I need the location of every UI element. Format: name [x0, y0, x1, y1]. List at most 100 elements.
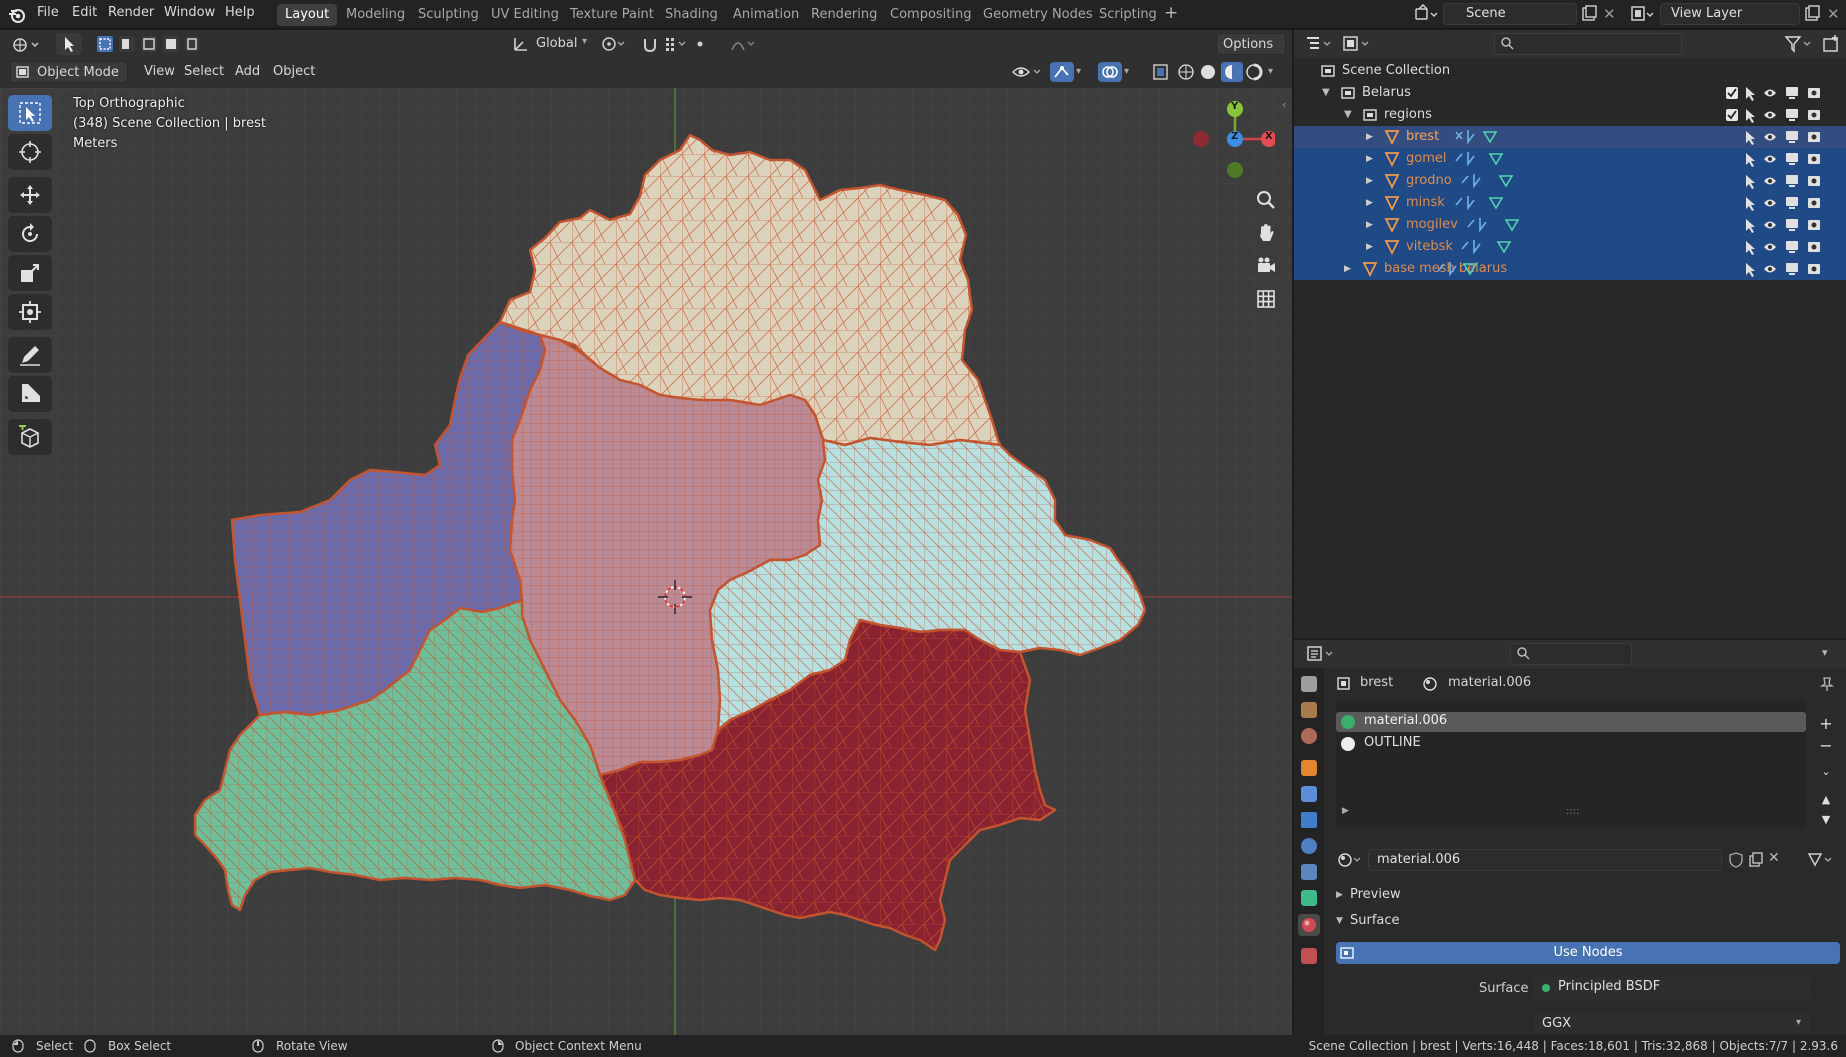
tab-texture-paint[interactable]: Texture Paint — [562, 4, 662, 26]
move-slot-up-icon[interactable]: ▲ — [1816, 790, 1836, 810]
menu-add[interactable]: Add — [229, 61, 266, 83]
chevron-down-icon[interactable]: ▾ — [1822, 646, 1828, 659]
tab-modeling[interactable]: Modeling — [338, 4, 413, 26]
sidebar-toggle-chevron-icon[interactable]: ‹ — [1282, 98, 1286, 111]
object-tab-icon[interactable] — [1301, 760, 1317, 776]
duplicate-material-icon[interactable] — [1748, 852, 1764, 868]
pan-hand-icon[interactable] — [1252, 219, 1280, 247]
editor-type-icon[interactable] — [10, 34, 42, 56]
material-slot-row[interactable]: OUTLINE — [1336, 734, 1806, 754]
gizmo-x-negative[interactable] — [1193, 131, 1209, 147]
tool-tab-icon[interactable] — [1301, 676, 1317, 692]
physics-tab-icon[interactable] — [1301, 838, 1317, 854]
tab-sculpting[interactable]: Sculpting — [410, 4, 487, 26]
pivot-point-icon[interactable] — [600, 34, 640, 54]
delete-scene-icon[interactable]: ✕ — [1603, 5, 1616, 23]
proportional-editing-icon[interactable] — [728, 34, 758, 54]
new-view-layer-icon[interactable] — [1803, 5, 1821, 23]
scene-name-field[interactable]: Scene — [1443, 3, 1577, 25]
add-workspace-button[interactable]: + — [1164, 3, 1178, 23]
menu-file[interactable]: File — [37, 5, 59, 20]
options-dropdown[interactable]: Options — [1216, 33, 1286, 55]
outliner-search-input[interactable] — [1494, 33, 1682, 55]
measure-tool[interactable] — [8, 376, 52, 412]
render-tab-icon[interactable] — [1301, 702, 1317, 718]
snap-icon[interactable] — [642, 34, 708, 54]
link-type-icon[interactable] — [1806, 851, 1836, 869]
use-nodes-button[interactable]: Use Nodes — [1336, 942, 1840, 964]
shading-modes-icons[interactable] — [1176, 62, 1264, 82]
tab-geometry-nodes[interactable]: Geometry Nodes — [975, 4, 1101, 26]
menu-render[interactable]: Render — [108, 5, 154, 20]
overlays-toggle-icon[interactable] — [1098, 62, 1122, 82]
select-box-tool[interactable] — [8, 95, 52, 131]
delete-view-layer-icon[interactable]: ✕ — [1827, 5, 1840, 23]
transform-orientation-icon[interactable] — [512, 35, 530, 53]
transform-tool[interactable] — [8, 294, 52, 330]
selection-mode-icons[interactable] — [95, 34, 199, 54]
camera-view-icon[interactable] — [1252, 252, 1280, 280]
properties-editor-type-icon[interactable] — [1306, 644, 1338, 664]
zoom-icon[interactable] — [1252, 186, 1280, 214]
fake-user-shield-icon[interactable] — [1728, 852, 1744, 868]
filter-icon[interactable] — [1784, 35, 1814, 53]
menu-window[interactable]: Window — [164, 5, 215, 20]
tab-uv-editing[interactable]: UV Editing — [483, 4, 567, 26]
output-tab-icon[interactable] — [1301, 728, 1317, 744]
tab-compositing[interactable]: Compositing — [882, 4, 980, 26]
navigation-gizmo[interactable]: Y Z X — [1185, 94, 1275, 184]
blender-logo-icon[interactable] — [8, 6, 26, 24]
add-cube-tool[interactable] — [8, 419, 52, 455]
menu-view[interactable]: View — [138, 61, 181, 83]
tab-rendering[interactable]: Rendering — [803, 4, 885, 26]
annotate-tool[interactable] — [8, 337, 52, 373]
xray-toggle-icon[interactable] — [1150, 62, 1172, 82]
remove-slot-button[interactable]: − — [1816, 736, 1836, 756]
expand-chevron-icon[interactable]: ▼ — [1344, 104, 1352, 126]
expand-chevron-icon[interactable]: ▼ — [1336, 916, 1343, 926]
gizmo-toggle-icon[interactable] — [1050, 62, 1074, 82]
tab-scripting[interactable]: Scripting — [1091, 4, 1165, 26]
modifier-wrench-icon[interactable] — [1301, 786, 1317, 802]
pin-icon[interactable] — [1820, 676, 1834, 692]
resize-handle-icon[interactable]: :::: — [1566, 806, 1579, 817]
new-collection-icon[interactable] — [1822, 34, 1842, 54]
rotate-tool[interactable] — [8, 216, 52, 252]
mesh-data-tab-icon[interactable] — [1301, 890, 1317, 906]
add-slot-button[interactable]: + — [1816, 714, 1836, 734]
move-tool[interactable] — [8, 177, 52, 213]
particles-tab-icon[interactable] — [1301, 812, 1317, 828]
display-mode-icon[interactable] — [1342, 34, 1374, 54]
select-tool-icon[interactable] — [56, 33, 82, 55]
menu-select[interactable]: Select — [178, 61, 230, 83]
material-slot-row[interactable]: material.006 — [1336, 712, 1806, 732]
slot-specials-chevron-icon[interactable]: ⌄ — [1816, 762, 1836, 782]
browse-material-icon[interactable] — [1336, 850, 1366, 870]
menu-edit[interactable]: Edit — [72, 5, 97, 20]
restriction-toggles[interactable] — [1724, 82, 1846, 282]
constraints-tab-icon[interactable] — [1301, 864, 1317, 880]
transform-orientation-dropdown[interactable]: Global — [530, 33, 583, 55]
tab-animation[interactable]: Animation — [725, 4, 807, 26]
gizmo-y-negative[interactable] — [1227, 162, 1243, 178]
3d-viewport[interactable]: Top Orthographic (348) Scene Collection … — [0, 88, 1292, 1035]
expand-chevron-icon[interactable]: ▼ — [1322, 82, 1330, 104]
unlink-material-icon[interactable]: ✕ — [1768, 850, 1780, 866]
view-layer-icon[interactable] — [1630, 4, 1654, 24]
texture-tab-icon[interactable] — [1301, 948, 1317, 964]
surface-shader-field[interactable]: Principled BSDF — [1534, 977, 1810, 999]
material-name-field[interactable]: material.006 — [1368, 849, 1722, 871]
expand-chevron-icon[interactable]: ▶ — [1342, 806, 1349, 816]
collapse-chevron-icon[interactable]: ▶ — [1336, 890, 1343, 900]
outliner-row-scene-collection[interactable]: Scene Collection — [1294, 60, 1846, 82]
new-scene-icon[interactable] — [1580, 5, 1598, 23]
perspective-toggle-icon[interactable] — [1252, 285, 1280, 313]
scale-tool[interactable] — [8, 255, 52, 291]
outliner-editor-type-icon[interactable] — [1304, 34, 1336, 54]
visibility-filter-icon[interactable] — [1011, 62, 1045, 82]
move-slot-down-icon[interactable]: ▼ — [1816, 810, 1836, 830]
scene-selector-icon[interactable] — [1414, 4, 1438, 24]
tab-shading[interactable]: Shading — [657, 4, 726, 26]
surface-section-header[interactable]: Surface — [1350, 913, 1400, 928]
preview-section-header[interactable]: Preview — [1350, 887, 1401, 902]
